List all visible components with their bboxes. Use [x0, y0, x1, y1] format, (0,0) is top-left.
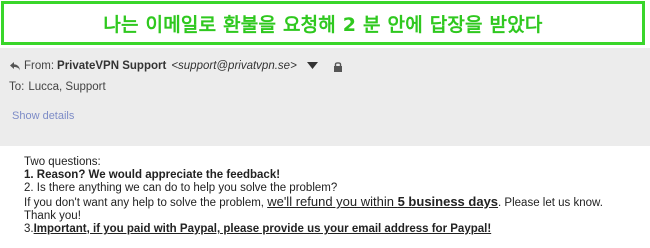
list-number: 3. — [24, 223, 34, 235]
sender-email[interactable]: <support@privatvpn.se> — [171, 60, 296, 72]
recipients[interactable]: Lucca, Support — [28, 81, 105, 93]
email-body: Two questions: 1. Reason? We would appre… — [24, 156, 644, 236]
banner-caption: 나는 이메일로 환불을 요청해 2 분 안에 답장을 받았다 — [103, 13, 543, 36]
body-line: 3.Important, if you paid with Paypal, pl… — [24, 223, 644, 236]
email-header: From: PrivateVPN Support <support@privat… — [0, 48, 650, 146]
sender-name[interactable]: PrivateVPN Support — [57, 60, 166, 72]
body-line: Two questions: — [24, 156, 101, 168]
lock-icon — [333, 61, 342, 72]
body-text: If you don't want any help to solve the … — [24, 197, 268, 209]
body-line: If you don't want any help to solve the … — [24, 195, 644, 210]
show-details-link[interactable]: Show details — [12, 110, 74, 122]
highlight-banner: 나는 이메일로 환불을 요청해 2 분 안에 답장을 받았다 — [1, 1, 645, 45]
from-label: From: — [24, 60, 55, 72]
to-label: To: — [9, 81, 25, 93]
body-line: Thank you! — [24, 210, 81, 222]
refund-days: 5 business days — [397, 194, 499, 209]
body-text: . Please let us know. — [498, 197, 603, 209]
chevron-down-icon[interactable] — [306, 62, 318, 70]
reply-icon[interactable] — [9, 60, 21, 72]
refund-text: we'll refund you within — [267, 194, 398, 209]
from-line: From: PrivateVPN Support <support@privat… — [9, 58, 343, 74]
to-line: To: Lucca, Support — [9, 81, 106, 93]
paypal-notice: Important, if you paid with Paypal, plea… — [33, 223, 492, 235]
body-line: 1. Reason? We would appreciate the feedb… — [24, 169, 281, 181]
